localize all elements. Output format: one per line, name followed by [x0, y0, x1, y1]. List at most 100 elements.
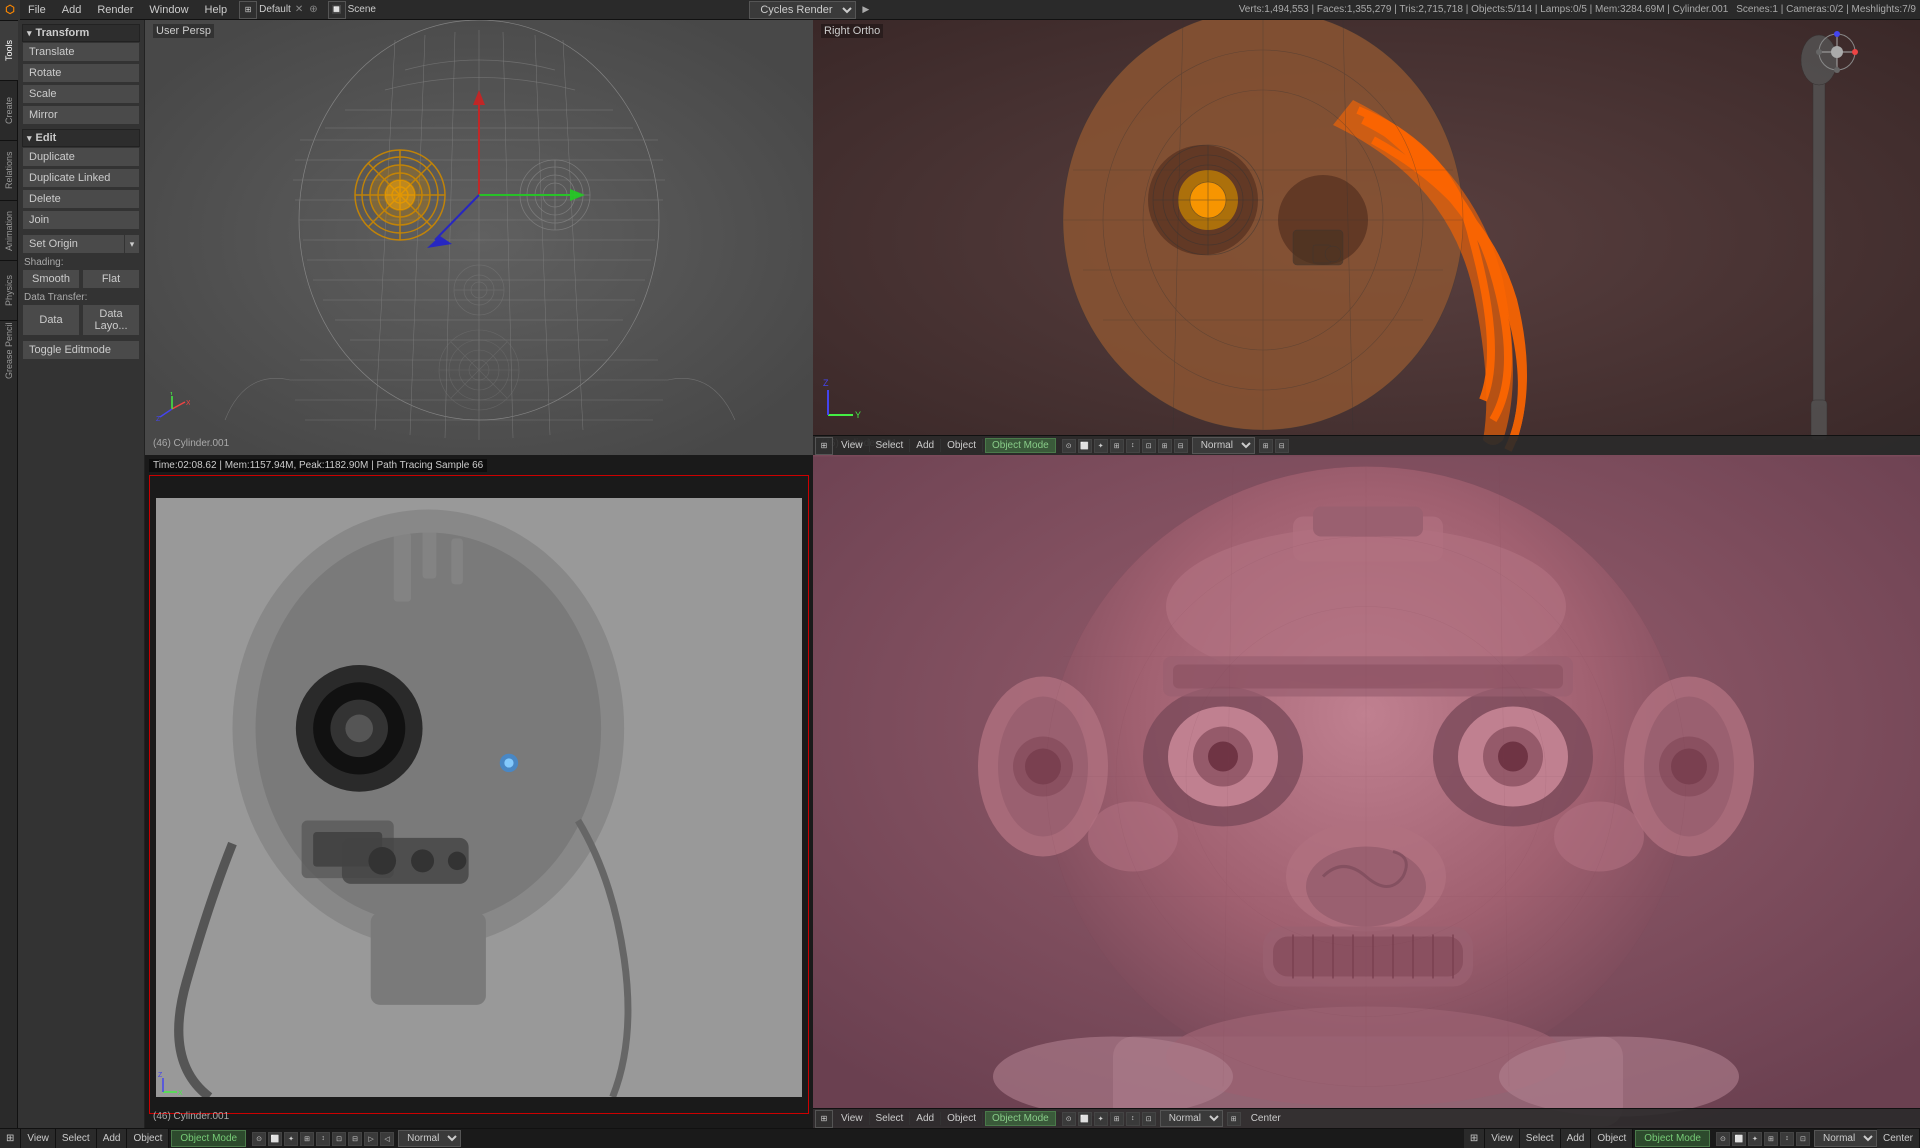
br-view-btn[interactable]: View	[835, 1112, 870, 1125]
status-mode-btn[interactable]: Object Mode	[171, 1130, 246, 1147]
br-icon-1[interactable]: ⊙	[1062, 1112, 1076, 1126]
status-object-btn[interactable]: Object	[127, 1129, 169, 1148]
delete-button[interactable]: Delete	[22, 189, 140, 209]
render-engine-select[interactable]: Cycles Render	[749, 1, 856, 19]
tab-tools[interactable]: Tools	[0, 20, 18, 80]
status-add-r-btn[interactable]: Add	[1561, 1129, 1592, 1148]
status-icon-5[interactable]: ↕	[316, 1132, 330, 1146]
menu-window[interactable]: Window	[141, 2, 196, 18]
status-icon-1[interactable]: ⊙	[252, 1132, 266, 1146]
br-icon-5[interactable]: ↕	[1126, 1112, 1140, 1126]
br-mode-btn[interactable]: Object Mode	[985, 1111, 1056, 1126]
edit-header[interactable]: Edit	[22, 129, 140, 147]
status-right-icon-3[interactable]: ✦	[1748, 1132, 1762, 1146]
viewport-render[interactable]: Time:02:08.62 | Mem:1157.94M, Peak:1182.…	[145, 455, 813, 1128]
status-tl-icon[interactable]: ⊞	[0, 1129, 21, 1148]
br-icon-4[interactable]: ⊞	[1110, 1112, 1124, 1126]
tr-object-btn[interactable]: Object	[941, 439, 983, 452]
toggle-editmode-button[interactable]: Toggle Editmode	[22, 340, 140, 360]
status-icon-3[interactable]: ✦	[284, 1132, 298, 1146]
viewport-user-persp[interactable]: User Persp (46) Cylinder.001 X Y Z	[145, 20, 813, 455]
status-center-btn[interactable]: Center	[1877, 1129, 1920, 1148]
br-vp-icon[interactable]: ⊞	[815, 1110, 833, 1128]
br-center-area: ⊞	[1223, 1112, 1245, 1126]
status-view-btn[interactable]: View	[21, 1129, 56, 1148]
status-icon-6[interactable]: ⊡	[332, 1132, 346, 1146]
tr-vp-icon[interactable]: ⊞	[815, 437, 833, 455]
layout-name[interactable]: Default	[259, 4, 291, 15]
status-icon-7[interactable]: ⊟	[348, 1132, 362, 1146]
br-select-btn[interactable]: Select	[870, 1112, 911, 1125]
status-normal-dropdown[interactable]: Normal	[398, 1130, 461, 1147]
rotate-button[interactable]: Rotate	[22, 63, 140, 83]
data-layout-button[interactable]: Data Layo...	[82, 304, 140, 336]
status-icon-4[interactable]: ⊞	[300, 1132, 314, 1146]
set-origin-arrow[interactable]: ▾	[124, 234, 140, 254]
br-normal-dropdown[interactable]: Normal	[1160, 1110, 1223, 1127]
status-icon-2[interactable]: ⬜	[268, 1132, 282, 1146]
duplicate-button[interactable]: Duplicate	[22, 147, 140, 167]
status-right-icon-2[interactable]: ⬜	[1732, 1132, 1746, 1146]
viewport-right-ortho[interactable]: Y Z Right Ortho (46) Cylinder.001 ⊞ View	[813, 20, 1920, 455]
tr-view-btn[interactable]: View	[835, 439, 870, 452]
status-view-r-btn[interactable]: View	[1485, 1129, 1520, 1148]
status-right-icon[interactable]: ⊞	[1464, 1129, 1485, 1148]
tr-icon-1[interactable]: ⊙	[1062, 439, 1076, 453]
status-right-icon-1[interactable]: ⊙	[1716, 1132, 1730, 1146]
status-add-btn[interactable]: Add	[97, 1129, 128, 1148]
set-origin-button[interactable]: Set Origin	[22, 234, 124, 254]
tab-animation[interactable]: Animation	[0, 200, 18, 260]
menu-add[interactable]: Add	[54, 2, 90, 18]
duplicate-linked-button[interactable]: Duplicate Linked	[22, 168, 140, 188]
menu-render[interactable]: Render	[89, 2, 141, 18]
tr-icon-8[interactable]: ⊟	[1174, 439, 1188, 453]
br-icon-6[interactable]: ⊡	[1142, 1112, 1156, 1126]
viewport-pink-model[interactable]: ⊞ View Select Add Object Object Mode ⊙ ⬜…	[813, 455, 1920, 1128]
tr-right-icon-1[interactable]: ⊞	[1259, 439, 1273, 453]
app-logo[interactable]: ⬡	[0, 0, 20, 20]
status-mode-r-btn[interactable]: Object Mode	[1635, 1130, 1710, 1147]
tab-grease-pencil[interactable]: Grease Pencil	[0, 320, 18, 380]
scale-button[interactable]: Scale	[22, 84, 140, 104]
screen-layout-icon[interactable]: ⊞	[239, 1, 257, 19]
menu-file[interactable]: File	[20, 2, 54, 18]
tr-icon-4[interactable]: ⊞	[1110, 439, 1124, 453]
tab-relations[interactable]: Relations	[0, 140, 18, 200]
join-button[interactable]: Join	[22, 210, 140, 230]
flat-button[interactable]: Flat	[82, 269, 140, 289]
status-right-icon-4[interactable]: ⊞	[1764, 1132, 1778, 1146]
tr-icon-2[interactable]: ⬜	[1078, 439, 1092, 453]
br-object-btn[interactable]: Object	[941, 1112, 983, 1125]
status-select-btn[interactable]: Select	[56, 1129, 97, 1148]
tab-create[interactable]: Create	[0, 80, 18, 140]
tr-icon-5[interactable]: ↕	[1126, 439, 1140, 453]
tr-right-icon-2[interactable]: ⊟	[1275, 439, 1289, 453]
status-select-r-btn[interactable]: Select	[1520, 1129, 1561, 1148]
scene-icon[interactable]: 🔲	[328, 1, 346, 19]
tr-normal-dropdown[interactable]: Normal	[1192, 437, 1255, 454]
tr-icon-7[interactable]: ⊞	[1158, 439, 1172, 453]
status-icon-9[interactable]: ◁	[380, 1132, 394, 1146]
status-icon-8[interactable]: ▷	[364, 1132, 378, 1146]
scene-name[interactable]: Scene	[348, 4, 376, 15]
tr-add-btn[interactable]: Add	[910, 439, 941, 452]
br-icon-3[interactable]: ✦	[1094, 1112, 1108, 1126]
br-icon-2[interactable]: ⬜	[1078, 1112, 1092, 1126]
tr-icon-6[interactable]: ⊡	[1142, 439, 1156, 453]
tr-select-btn[interactable]: Select	[870, 439, 911, 452]
br-center-icon[interactable]: ⊞	[1227, 1112, 1241, 1126]
smooth-button[interactable]: Smooth	[22, 269, 80, 289]
mirror-button[interactable]: Mirror	[22, 105, 140, 125]
status-normal-r-dropdown[interactable]: Normal	[1814, 1130, 1877, 1147]
status-right-icon-6[interactable]: ⊡	[1796, 1132, 1810, 1146]
status-object-r-btn[interactable]: Object	[1591, 1129, 1633, 1148]
status-right-icon-5[interactable]: ↕	[1780, 1132, 1794, 1146]
menu-help[interactable]: Help	[197, 2, 236, 18]
tr-mode-btn[interactable]: Object Mode	[985, 438, 1056, 453]
tr-icon-3[interactable]: ✦	[1094, 439, 1108, 453]
tab-physics[interactable]: Physics	[0, 260, 18, 320]
data-button[interactable]: Data	[22, 304, 80, 336]
translate-button[interactable]: Translate	[22, 42, 140, 62]
transform-header[interactable]: Transform	[22, 24, 140, 42]
br-add-btn[interactable]: Add	[910, 1112, 941, 1125]
